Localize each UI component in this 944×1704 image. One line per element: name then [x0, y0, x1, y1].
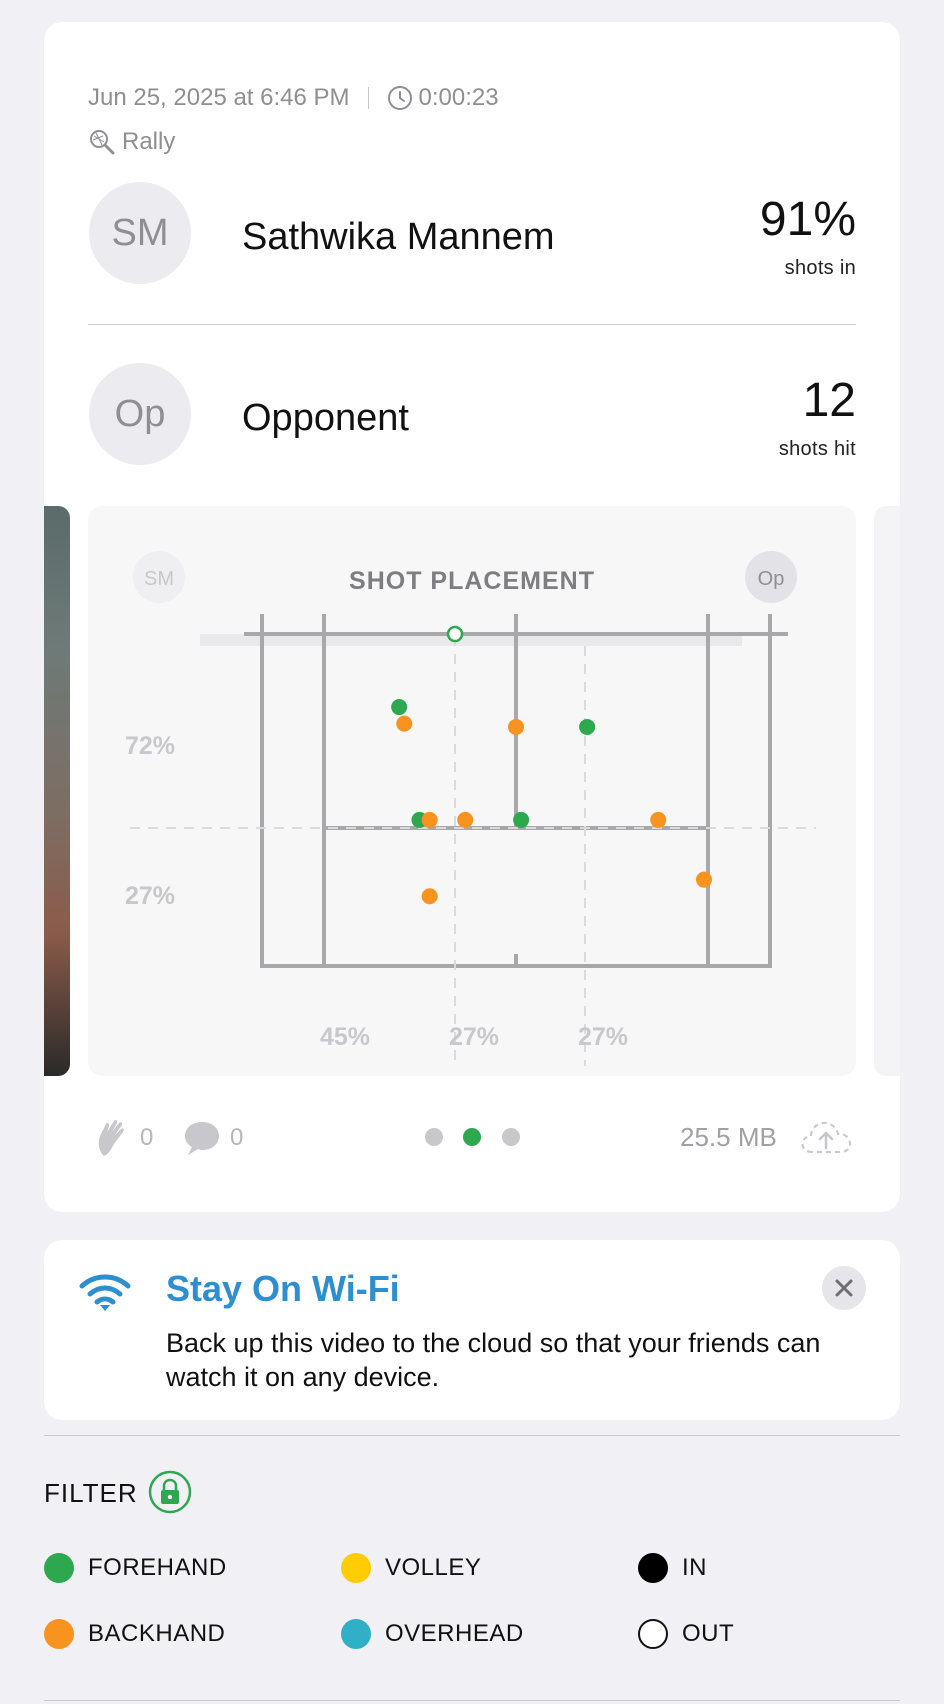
overhead-swatch — [341, 1619, 371, 1649]
racket-icon — [90, 130, 115, 155]
card-footer: 0 0 25.5 MB — [44, 1112, 900, 1162]
next-slide-peek[interactable] — [874, 506, 900, 1076]
filter-volley[interactable]: VOLLEY — [341, 1553, 481, 1583]
close-button[interactable] — [822, 1266, 866, 1310]
col-pct-middle: 27% — [449, 1023, 499, 1051]
out-swatch — [638, 1619, 668, 1649]
forehand-swatch — [44, 1553, 74, 1583]
filter-in[interactable]: IN — [638, 1553, 707, 1583]
filter-item-label: BACKHAND — [88, 1620, 226, 1647]
shot-dot-backhand-1[interactable] — [421, 811, 438, 828]
row-pct-near: 27% — [125, 882, 175, 910]
session-mode: Rally — [88, 128, 175, 156]
cloud-upload-icon[interactable] — [798, 1116, 854, 1158]
filter-item-label: OUT — [682, 1620, 735, 1647]
clap-icon[interactable] — [94, 1118, 130, 1158]
opponent-badge: Op — [758, 568, 785, 590]
court-diagram: SM Op SHOT PLACEMENT 72% 27% 45% 27% 27% — [125, 551, 816, 1066]
page-dot-3[interactable] — [502, 1128, 520, 1146]
filter-item-label: IN — [682, 1554, 707, 1581]
shot-dot-backhand-3[interactable] — [508, 718, 524, 735]
backhand-swatch — [44, 1619, 74, 1649]
col-pct-left: 45% — [320, 1023, 370, 1051]
shot-dot-backhand-4[interactable] — [650, 811, 667, 828]
volley-swatch — [341, 1553, 371, 1583]
filter-overhead[interactable]: OVERHEAD — [341, 1619, 524, 1649]
session-meta: Jun 25, 2025 at 6:46 PM 0:00:23 — [88, 84, 499, 112]
player-stat-label: shots in — [784, 257, 856, 279]
chart-title: SHOT PLACEMENT — [349, 567, 595, 595]
in-swatch — [638, 1553, 668, 1583]
clock-icon — [387, 86, 412, 110]
player-name[interactable]: Sathwika Mannem — [242, 216, 555, 259]
shot-dot-forehand-2[interactable] — [513, 811, 530, 828]
shot-dot-forehand-0[interactable] — [391, 699, 408, 716]
col-pct-right: 27% — [578, 1023, 628, 1051]
close-icon — [835, 1279, 853, 1297]
shot-dot-backhand-2[interactable] — [457, 811, 474, 828]
session-duration: 0:00:23 — [418, 84, 499, 111]
page-dot-1[interactable] — [425, 1128, 443, 1146]
session-date: Jun 25, 2025 at 6:46 PM — [88, 84, 350, 111]
filter-forehand[interactable]: FOREHAND — [44, 1553, 227, 1583]
section-divider — [44, 1435, 900, 1436]
shot-dot-in-0[interactable] — [446, 625, 464, 643]
shot-dot-backhand-0[interactable] — [396, 715, 413, 732]
page-dot-2[interactable] — [463, 1128, 481, 1146]
shot-dot-forehand-3[interactable] — [579, 718, 596, 735]
wifi-banner[interactable]: Stay On Wi-Fi Back up this video to the … — [44, 1240, 900, 1420]
row-pct-far: 72% — [125, 732, 175, 760]
opponent-name[interactable]: Opponent — [242, 397, 409, 440]
shot-dot-backhand-5[interactable] — [695, 871, 712, 888]
opponent-avatar[interactable]: Op — [89, 363, 191, 465]
shot-placement-chart[interactable]: SM Op SHOT PLACEMENT 72% 27% 45% 27% 27% — [88, 506, 856, 1076]
comment-icon[interactable] — [182, 1118, 222, 1158]
comment-count: 0 — [230, 1124, 244, 1151]
player-badge: SM — [144, 568, 174, 590]
previous-video-thumbnail[interactable] — [44, 506, 70, 1076]
player-divider — [88, 324, 856, 325]
mode-label: Rally — [122, 128, 176, 155]
file-size: 25.5 MB — [680, 1122, 777, 1152]
opponent-stat-label: shots hit — [778, 438, 856, 460]
player-avatar[interactable]: SM — [89, 182, 191, 284]
wifi-banner-title: Stay On Wi-Fi — [166, 1268, 400, 1309]
filter-out[interactable]: OUT — [638, 1619, 734, 1649]
filter-item-label: VOLLEY — [385, 1554, 482, 1581]
player-stat-value: 91% — [759, 193, 856, 246]
lock-icon[interactable] — [148, 1470, 192, 1514]
filter-backhand[interactable]: BACKHAND — [44, 1619, 225, 1649]
filter-item-label: OVERHEAD — [385, 1620, 524, 1647]
shot-dot-backhand-6[interactable] — [421, 888, 438, 905]
filter-item-label: FOREHAND — [88, 1554, 227, 1581]
meta-separator — [367, 87, 369, 109]
wifi-banner-body: Back up this video to the cloud so that … — [166, 1328, 821, 1392]
clap-count: 0 — [140, 1124, 154, 1151]
session-card[interactable]: Jun 25, 2025 at 6:46 PM 0:00:23 Rally SM… — [44, 22, 900, 1212]
bottom-divider — [44, 1700, 900, 1701]
wifi-icon — [79, 1274, 131, 1311]
opponent-stat-value: 12 — [802, 374, 856, 427]
filter-heading: FILTER — [44, 1478, 138, 1508]
